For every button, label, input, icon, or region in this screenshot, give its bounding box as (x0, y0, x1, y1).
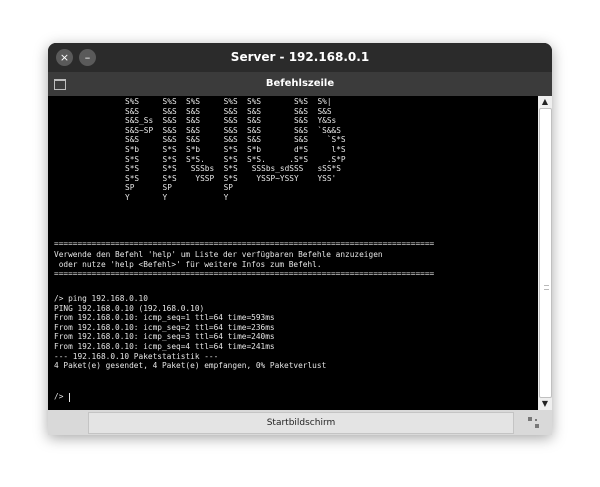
home-button[interactable]: Startbildschirm (88, 412, 514, 434)
help-text: Verwende den Befehl 'help' um Liste der … (48, 250, 383, 269)
panel-title: Befehlszeile (265, 78, 335, 89)
grip-icon (544, 285, 549, 290)
output-line: --- 192.168.0.10 Paketstatistik --- (54, 351, 219, 361)
separator-bottom: ========================================… (54, 269, 435, 278)
help-line: Verwende den Befehl 'help' um Liste der … (54, 250, 383, 259)
command-output: /> ping 192.168.0.10 PING 192.168.0.10 (… (48, 294, 326, 371)
help-line: oder nutze 'help <Befehl>' für weitere I… (54, 259, 322, 269)
output-line: 4 Paket(e) gesendet, 4 Paket(e) empfange… (54, 361, 327, 371)
ascii-banner: S%S S%S S%S S%S S%S S%S S%| S&S S&S S&S … (125, 97, 346, 202)
text-cursor[interactable] (69, 393, 70, 402)
window-title: Server - 192.168.0.1 (230, 50, 370, 64)
scroll-up-icon[interactable]: ▲ (538, 96, 552, 108)
scroll-down-icon[interactable]: ▼ (538, 398, 552, 410)
title-bar: Server - 192.168.0.1 × – (48, 43, 552, 72)
command-prompt: /> (54, 392, 64, 401)
app-window: Server - 192.168.0.1 × – Befehlszeile S%… (48, 43, 552, 435)
output-line: From 192.168.0.10: icmp_seq=2 ttl=64 tim… (54, 322, 275, 332)
bottom-bar: Startbildschirm (48, 410, 552, 435)
output-line: PING 192.168.0.10 (192.168.0.10) (54, 303, 205, 313)
close-icon[interactable]: × (56, 49, 73, 66)
minimize-icon[interactable]: – (79, 49, 96, 66)
terminal-area[interactable]: S%S S%S S%S S%S S%S S%S S%| S&S S&S S&S … (48, 96, 538, 410)
separator-top: ========================================… (54, 239, 435, 248)
output-line: From 192.168.0.10: icmp_seq=3 ttl=64 tim… (54, 332, 275, 342)
output-line: /> ping 192.168.0.10 (54, 294, 148, 303)
resize-grip-icon[interactable] (528, 417, 540, 429)
output-line: From 192.168.0.10: icmp_seq=4 ttl=64 tim… (54, 341, 275, 351)
scroll-thumb[interactable] (539, 108, 552, 398)
vertical-scrollbar[interactable]: ▲ ▼ (538, 96, 552, 410)
panel-header: Befehlszeile (48, 72, 552, 96)
output-line: From 192.168.0.10: icmp_seq=1 ttl=64 tim… (54, 313, 275, 323)
